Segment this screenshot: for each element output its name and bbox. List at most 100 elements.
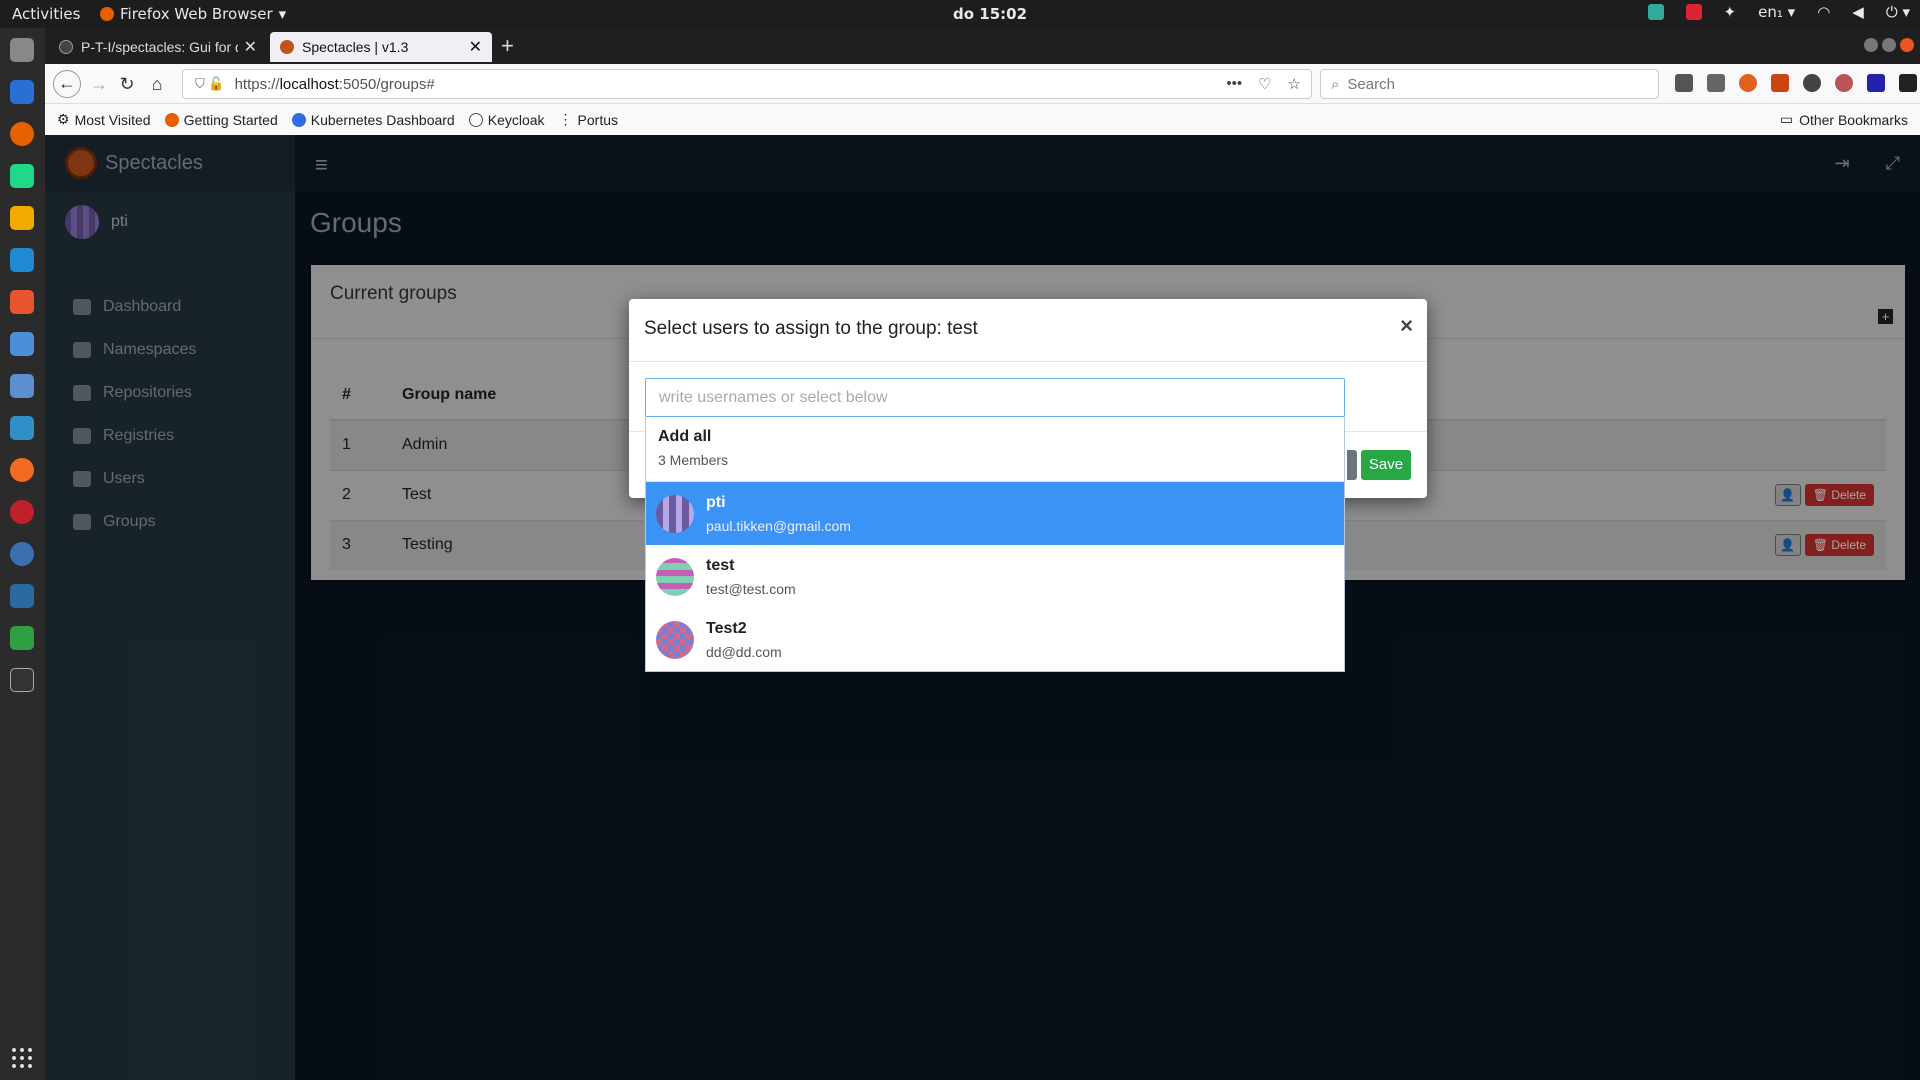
user-option-name: Test2: [706, 619, 747, 637]
add-all-option[interactable]: Add all 3 Members: [646, 417, 1344, 482]
library-icon[interactable]: [1675, 74, 1693, 92]
thunderbird-icon[interactable]: [10, 80, 34, 104]
user-option-text: pti paul.tikken@gmail.com: [706, 494, 851, 534]
forward-button[interactable]: →: [87, 72, 111, 96]
bookmark-item[interactable]: Keycloak: [468, 112, 545, 128]
user-option[interactable]: pti paul.tikken@gmail.com: [646, 482, 1344, 545]
extension-icon[interactable]: [1771, 74, 1789, 92]
bookmark-item[interactable]: ⋮ Portus: [559, 111, 618, 128]
toolbar-icons: [1675, 74, 1920, 92]
more-icon[interactable]: •••: [1226, 75, 1242, 93]
eclipse-icon[interactable]: [10, 542, 34, 566]
user-option[interactable]: Test2 dd@dd.com: [646, 608, 1344, 671]
tab-title: Spectacles | v1.3: [302, 39, 409, 55]
firefox-icon: [100, 7, 114, 21]
lock-warning-icon[interactable]: ⛉ 🔓: [195, 76, 225, 92]
firefox-icon: [164, 112, 179, 127]
reload-button[interactable]: ↻: [115, 72, 139, 96]
member-count: 3 Members: [658, 452, 729, 468]
tab-github[interactable]: P-T-I/spectacles: Gui for d ✕: [49, 32, 267, 62]
compass-icon[interactable]: [10, 458, 34, 482]
nav-bar: ← → ↻ ⌂ ⛉ 🔓 https://localhost:5050/group…: [45, 64, 1920, 104]
tab-title: P-T-I/spectacles: Gui for d: [81, 39, 238, 55]
cherry-icon[interactable]: [10, 500, 34, 524]
postman-icon[interactable]: [10, 332, 34, 356]
bookmark-item[interactable]: Kubernetes Dashboard: [291, 111, 455, 128]
url-bar[interactable]: ⛉ 🔓 https://localhost:5050/groups# ••• ♡…: [182, 69, 1312, 99]
save-button[interactable]: Save: [1361, 450, 1411, 480]
virtualbox-icon[interactable]: [10, 374, 34, 398]
bookmark-label: Most Visited: [74, 111, 151, 128]
dock: [0, 28, 45, 1080]
modal-divider: [629, 361, 1427, 362]
language-indicator[interactable]: en₁ ▾: [1758, 3, 1795, 21]
github-icon: [59, 40, 73, 54]
gear-icon: ⚙: [57, 111, 70, 127]
app-root: Spectacles pti Dashboard Namespaces Repo…: [45, 135, 1920, 1080]
url-actions: ••• ♡ ☆: [1226, 75, 1311, 93]
star-icon[interactable]: ☆: [1288, 75, 1301, 93]
close-icon[interactable]: ✕: [469, 37, 482, 57]
bookmark-item[interactable]: ⚙ Most Visited: [57, 111, 151, 128]
home-button[interactable]: ⌂: [145, 72, 169, 96]
dropbox-icon[interactable]: ✦: [1724, 3, 1737, 21]
minimize-icon[interactable]: [1864, 38, 1878, 52]
extension-icon[interactable]: [1899, 74, 1917, 92]
tab-spectacles[interactable]: Spectacles | v1.3 ✕: [270, 32, 492, 62]
rocket-icon[interactable]: [10, 626, 34, 650]
show-applications-icon[interactable]: [12, 1048, 32, 1068]
git-icon[interactable]: [10, 290, 34, 314]
browser-window: P-T-I/spectacles: Gui for d ✕ Spectacles…: [45, 28, 1920, 135]
vscode-icon[interactable]: [10, 248, 34, 272]
extension-icon[interactable]: [1835, 74, 1853, 92]
close-icon[interactable]: ✕: [244, 37, 257, 57]
app-icon[interactable]: [10, 206, 34, 230]
url-host: localhost: [279, 75, 339, 93]
volume-icon[interactable]: ◀: [1852, 3, 1864, 21]
extension-icon[interactable]: [1867, 74, 1885, 92]
wifi-icon[interactable]: ◠: [1817, 3, 1830, 21]
shield-icon[interactable]: [1647, 4, 1664, 20]
pocket-icon[interactable]: ♡: [1258, 75, 1271, 93]
mysql-workbench-icon[interactable]: [10, 584, 34, 608]
bookmark-label: Kubernetes Dashboard: [310, 111, 455, 128]
cancel-button[interactable]: [1347, 450, 1357, 480]
power-icon[interactable]: ⏻ ▾: [1886, 3, 1910, 21]
files-icon[interactable]: [10, 38, 34, 62]
account-icon[interactable]: [1803, 74, 1821, 92]
extension-icon[interactable]: [1739, 74, 1757, 92]
user-option-name: test: [706, 556, 735, 574]
search-bar[interactable]: ⌕ Search: [1320, 69, 1659, 99]
folder-icon: ▭: [1779, 111, 1794, 127]
add-all-label: Add all: [658, 428, 712, 445]
search-placeholder: Search: [1347, 75, 1395, 93]
firefox-icon[interactable]: [10, 122, 34, 146]
url-path: :5050/groups#: [338, 75, 435, 93]
cube-icon[interactable]: [1685, 4, 1702, 20]
window-close-icon[interactable]: [1900, 38, 1914, 52]
kubernetes-icon: [291, 112, 306, 127]
user-search-input[interactable]: [645, 378, 1345, 417]
activities-button[interactable]: Activities: [12, 5, 80, 23]
pycharm-icon[interactable]: [10, 164, 34, 188]
new-tab-button[interactable]: +: [501, 33, 514, 59]
language-label: en₁: [1758, 3, 1783, 21]
globe-icon: [468, 112, 483, 127]
wireshark-icon[interactable]: [10, 416, 34, 440]
user-option-text: test test@test.com: [706, 557, 796, 597]
bookmark-item[interactable]: Getting Started: [164, 112, 278, 128]
app-menu[interactable]: Firefox Web Browser ▾: [100, 5, 286, 23]
user-option[interactable]: test test@test.com: [646, 545, 1344, 608]
avatar: [656, 494, 694, 533]
system-top-bar: Activities Firefox Web Browser ▾ do 15:0…: [0, 0, 1920, 28]
clock[interactable]: do 15:02: [953, 5, 1027, 23]
other-bookmarks[interactable]: ▭ Other Bookmarks: [1780, 111, 1908, 128]
terminal-icon[interactable]: [10, 668, 34, 692]
close-icon[interactable]: ×: [1400, 313, 1413, 339]
modal-title: Select users to assign to the group: tes…: [644, 318, 978, 339]
url-prefix: https://: [234, 75, 280, 93]
sidebar-icon[interactable]: [1707, 74, 1725, 92]
bookmarks-bar: ⚙ Most Visited Getting Started Kubernetes…: [45, 104, 1920, 135]
back-button[interactable]: ←: [53, 70, 81, 98]
maximize-icon[interactable]: [1882, 38, 1896, 52]
